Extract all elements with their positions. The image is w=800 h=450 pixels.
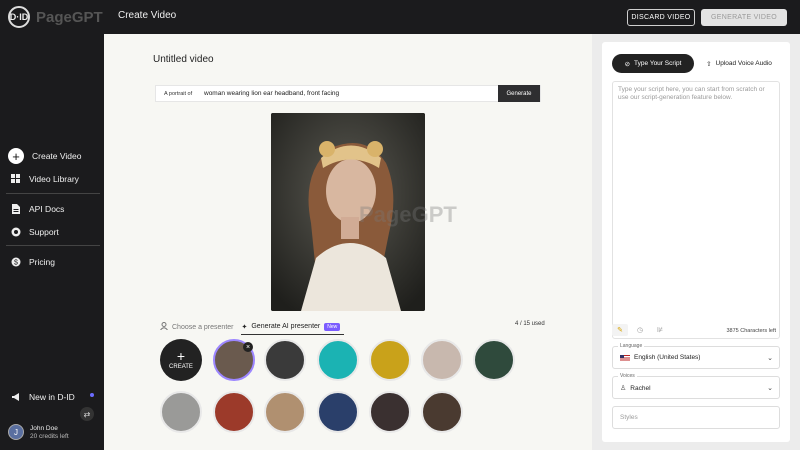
sidebar-item-label: New in D-ID [29, 391, 75, 402]
panel-card: ⊘ Type Your Script ⇧ Upload Voice Audio … [602, 42, 790, 442]
pause-icon[interactable]: ◷ [632, 324, 648, 336]
discard-video-button[interactable]: DISCARD VIDEO [627, 9, 695, 26]
sidebar-item-video-library[interactable]: Video Library [10, 173, 79, 184]
presenter-thumbnail[interactable] [264, 339, 306, 381]
top-bar: D·ID PageGPT Create Video DISCARD VIDEO … [0, 0, 800, 34]
presenter-thumbnail[interactable] [473, 339, 515, 381]
script-tabs: ⊘ Type Your Script ⇧ Upload Voice Audio [612, 54, 780, 73]
user-profile[interactable]: J John Doe 20 credits left [8, 424, 69, 440]
svg-text:$: $ [14, 259, 18, 266]
video-title[interactable]: Untitled video [153, 54, 214, 65]
sidebar-item-label: API Docs [29, 203, 65, 214]
tab-label: Type Your Script [634, 60, 682, 67]
chevron-down-icon: ⌄ [767, 385, 773, 392]
collapse-sidebar-button[interactable]: ⇄ [80, 407, 94, 421]
sparkle-icon: ✦ [241, 323, 248, 331]
presenter-thumbnail[interactable] [369, 391, 411, 433]
character-count: 3875 Characters left [726, 328, 776, 334]
tab-choose-presenter[interactable]: Choose a presenter [160, 322, 233, 335]
generate-presenter-button[interactable]: Generate [498, 85, 540, 102]
presenter-tabs: Choose a presenter ✦ Generate AI present… [160, 322, 345, 335]
user-name: John Doe [30, 424, 58, 432]
usage-counter: 4 / 15 used [515, 321, 545, 327]
tab-upload-voice-audio[interactable]: ⇧ Upload Voice Audio [698, 54, 780, 73]
styles-placeholder: Styles [620, 414, 638, 421]
lifebuoy-icon [10, 226, 21, 237]
language-label: Language [618, 343, 645, 349]
presenter-thumbnail[interactable] [264, 391, 306, 433]
voice-value: Rachel [630, 384, 651, 392]
dollar-icon: $ [10, 256, 21, 267]
logo-mark: D·ID [8, 6, 30, 28]
script-panel: ⊘ Type Your Script ⇧ Upload Voice Audio … [592, 34, 800, 450]
divider [6, 245, 100, 246]
tab-generate-ai-presenter[interactable]: ✦ Generate AI presenter New [241, 322, 345, 335]
prompt-prefix: A portrait of [164, 90, 193, 97]
megaphone-icon [10, 391, 21, 402]
watermark-text: PageGPT [359, 202, 457, 227]
us-flag-icon [620, 354, 630, 361]
notification-dot [90, 393, 94, 397]
presenter-thumbnail[interactable] [213, 391, 255, 433]
tab-label: Upload Voice Audio [715, 60, 772, 67]
grid-icon [10, 173, 21, 184]
document-icon [10, 203, 21, 214]
create-label: CREATE [169, 364, 193, 370]
plus-circle-icon: + [8, 148, 24, 164]
sidebar: + Create Video Video Library API Docs Su… [0, 34, 104, 450]
voices-select[interactable]: Voices ♙ Rachel ⌄ [612, 373, 780, 399]
presenter-thumbnail[interactable] [317, 339, 359, 381]
tab-type-your-script[interactable]: ⊘ Type Your Script [612, 54, 694, 73]
user-credits: 20 credits left [30, 432, 69, 440]
create-presenter-button[interactable]: + CREATE [160, 339, 202, 381]
sidebar-item-new-in-did[interactable]: New in D-ID [10, 391, 75, 402]
styles-select[interactable]: Styles [612, 406, 780, 429]
ai-script-icon[interactable]: ✎ [612, 324, 628, 336]
sidebar-item-label: Pricing [29, 256, 55, 267]
main-content: Untitled video A portrait of Generate Pa… [104, 34, 592, 450]
prompt-bar: A portrait of Generate [155, 85, 541, 102]
new-badge: New [324, 322, 341, 331]
presenter-thumbnail[interactable] [369, 339, 411, 381]
presenter-thumbnail[interactable] [317, 391, 359, 433]
presenter-thumbnail[interactable] [160, 391, 202, 433]
prompt-input[interactable] [204, 90, 498, 97]
watermark-text: PageGPT [36, 8, 103, 26]
sidebar-item-label: Support [29, 226, 59, 237]
language-value: English (United States) [634, 354, 701, 361]
tab-label: Generate AI presenter [251, 323, 321, 330]
presenter-thumbnail[interactable] [421, 391, 463, 433]
script-tools: ✎ ◷ ⊯ [612, 324, 668, 336]
generate-video-button[interactable]: GENERATE VIDEO [701, 9, 787, 26]
plus-icon: + [176, 348, 186, 364]
person-icon: ♙ [620, 385, 627, 392]
language-select[interactable]: Language English (United States) ⌄ [612, 343, 780, 369]
remove-presenter-icon[interactable]: × [243, 342, 253, 352]
presenter-thumbnail[interactable] [421, 339, 463, 381]
page-title: Create Video [118, 10, 177, 21]
divider [6, 193, 100, 194]
sidebar-item-pricing[interactable]: $ Pricing [10, 256, 55, 267]
voices-label: Voices [618, 373, 637, 379]
sidebar-item-support[interactable]: Support [10, 226, 59, 237]
sidebar-item-label: Create Video [32, 151, 82, 161]
upload-icon: ⇧ [706, 60, 712, 68]
script-textarea[interactable]: Type your script here, you can start fro… [612, 81, 780, 339]
emphasis-icon[interactable]: ⊯ [652, 324, 668, 336]
text-icon: ⊘ [624, 60, 631, 68]
logo[interactable]: D·ID PageGPT [8, 6, 103, 28]
chevron-down-icon: ⌄ [767, 355, 773, 362]
sidebar-item-api-docs[interactable]: API Docs [10, 203, 64, 214]
sidebar-item-create-video[interactable]: + Create Video [8, 148, 82, 164]
person-icon [160, 322, 168, 332]
tab-label: Choose a presenter [172, 323, 234, 331]
avatar: J [8, 424, 24, 440]
sidebar-item-label: Video Library [29, 173, 79, 184]
